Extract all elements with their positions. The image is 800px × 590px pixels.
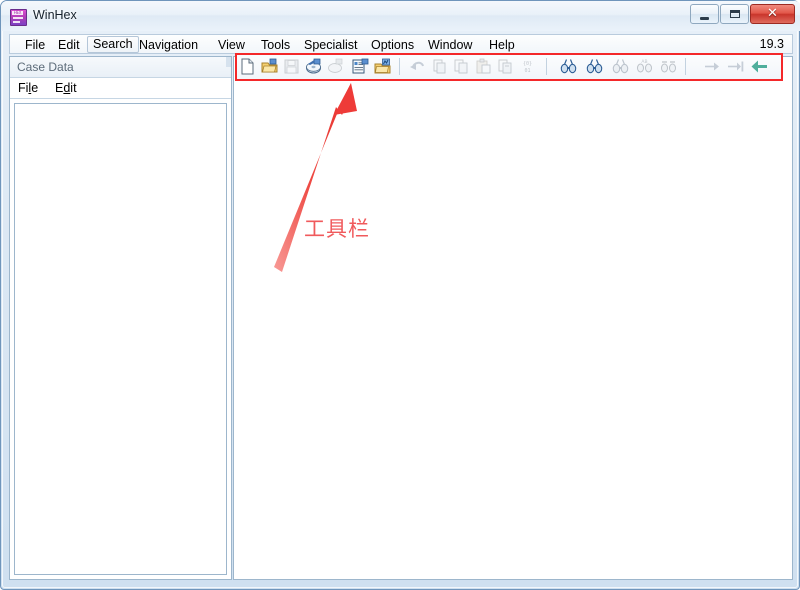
maximize-icon xyxy=(730,10,740,18)
copy-icon xyxy=(453,58,470,75)
new-file-icon[interactable] xyxy=(239,58,256,75)
separator-2 xyxy=(546,58,547,75)
case-menu-item-edit[interactable]: Edit xyxy=(55,81,77,95)
case-menu-item-file[interactable]: File xyxy=(18,81,38,95)
menu-item-edit[interactable]: Edit xyxy=(53,37,85,53)
main-client-area[interactable] xyxy=(233,56,793,580)
open-disk-icon[interactable] xyxy=(305,58,322,75)
menu-item-view[interactable]: View xyxy=(213,37,250,53)
case-data-title: Case Data xyxy=(17,60,74,74)
panel-scroll-notch[interactable] xyxy=(226,57,231,67)
goto-offset-icon xyxy=(703,58,720,75)
version-label: 19.3 xyxy=(759,37,784,51)
main-toolbar: {0} 01 AB xyxy=(235,54,783,80)
save-file-icon xyxy=(283,58,300,75)
menu-item-help[interactable]: Help xyxy=(484,37,520,53)
svg-text:01: 01 xyxy=(524,68,530,74)
separator-3 xyxy=(685,58,686,75)
paste-icon xyxy=(475,58,492,75)
minimize-button[interactable] xyxy=(690,4,719,24)
replace-icon: AB xyxy=(636,58,653,75)
copy-block-icon xyxy=(497,58,514,75)
back-icon[interactable] xyxy=(751,58,768,75)
maximize-button[interactable] xyxy=(720,4,749,24)
menu-item-specialist[interactable]: Specialist xyxy=(299,37,363,53)
hex-convert-icon: {0} 01 xyxy=(519,58,536,75)
separator-1 xyxy=(399,58,400,75)
open-file-icon[interactable] xyxy=(261,58,278,75)
window-title: WinHex xyxy=(33,8,77,22)
close-icon: ✕ xyxy=(767,6,778,21)
case-data-panel: Case Data File Edit xyxy=(9,56,232,580)
menu-item-file[interactable]: File xyxy=(20,37,50,53)
menu-item-options[interactable]: Options xyxy=(366,37,419,53)
winhex-application-window: HEX WinHex ✕ File Edit Search Navigation Vie… xyxy=(0,0,800,590)
open-ram-icon[interactable] xyxy=(374,58,391,75)
menu-item-navigation[interactable]: Navigation xyxy=(134,37,203,53)
menu-bar: File Edit Search Navigation View Tools Special… xyxy=(9,34,793,54)
svg-text:{0}: {0} xyxy=(523,61,532,67)
menu-item-search[interactable]: Search xyxy=(87,36,139,53)
minimize-icon xyxy=(700,17,709,20)
case-data-menu-bar: File Edit xyxy=(10,78,231,99)
close-button[interactable]: ✕ xyxy=(750,4,795,24)
find-next-icon xyxy=(612,58,629,75)
compare-icon xyxy=(660,58,677,75)
cut-icon xyxy=(431,58,448,75)
menu-item-tools[interactable]: Tools xyxy=(256,37,295,53)
title-bar: HEX WinHex ✕ xyxy=(1,1,800,31)
case-data-header: Case Data xyxy=(10,57,231,78)
find-text-icon[interactable] xyxy=(560,58,577,75)
undo-icon xyxy=(409,58,426,75)
toolbar-annotation-label: 工具栏 xyxy=(304,217,370,241)
case-data-tree[interactable] xyxy=(14,103,227,575)
save-sectors-icon xyxy=(327,58,344,75)
menu-item-window[interactable]: Window xyxy=(423,37,477,53)
find-hex-icon[interactable] xyxy=(586,58,603,75)
winhex-hex-logo-icon: HEX xyxy=(10,9,27,26)
goto-end-icon xyxy=(727,58,744,75)
file-properties-icon[interactable] xyxy=(352,58,369,75)
svg-text:AB: AB xyxy=(641,59,647,65)
